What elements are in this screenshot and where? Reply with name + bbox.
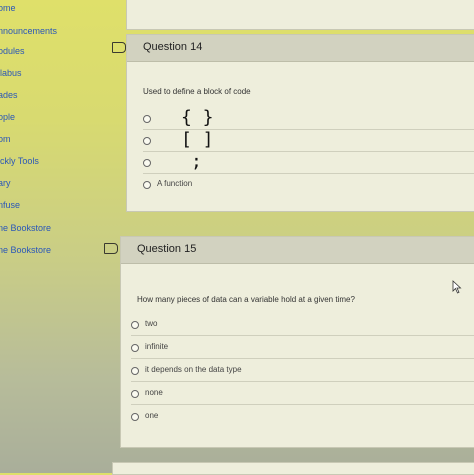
- previous-question-card: [126, 0, 474, 30]
- question-15-option-one[interactable]: one: [131, 407, 474, 427]
- course-sidebar: ome nnouncements odules llabus ades ople…: [0, 0, 110, 473]
- option-text: two: [145, 319, 158, 328]
- radio-button[interactable]: [143, 181, 151, 189]
- sidebar-item-syllabus[interactable]: llabus: [0, 68, 22, 78]
- question-14-prompt: Used to define a block of code: [143, 87, 251, 96]
- radio-button[interactable]: [131, 390, 139, 398]
- sidebar-item-announcements[interactable]: nnouncements: [0, 26, 57, 36]
- question-15-option-two[interactable]: two: [131, 315, 474, 336]
- flag-icon[interactable]: [104, 243, 118, 254]
- radio-button[interactable]: [131, 344, 139, 352]
- question-15-title: Question 15: [137, 243, 197, 255]
- option-text: one: [145, 411, 159, 420]
- sidebar-item-people[interactable]: ople: [0, 112, 15, 122]
- sidebar-item-bookstore-1[interactable]: ne Bookstore: [0, 223, 51, 233]
- question-15-option-none[interactable]: none: [131, 384, 474, 405]
- radio-button[interactable]: [131, 413, 139, 421]
- sidebar-item-modules[interactable]: odules: [0, 46, 25, 56]
- option-text: infinite: [145, 342, 169, 351]
- question-14-title: Question 14: [143, 41, 203, 53]
- question-15-option-depends[interactable]: it depends on the data type: [131, 361, 474, 382]
- sidebar-item-zoom[interactable]: om: [0, 134, 11, 144]
- question-14-option-brackets[interactable]: [ ]: [143, 129, 474, 152]
- radio-button[interactable]: [143, 159, 151, 167]
- question-15-option-infinite[interactable]: infinite: [131, 338, 474, 359]
- question-14-option-function[interactable]: A function: [143, 175, 474, 195]
- option-text: it depends on the data type: [145, 365, 242, 374]
- radio-button[interactable]: [143, 115, 151, 123]
- question-15-card: Question 15 How many pieces of data can …: [120, 236, 474, 448]
- option-text: [ ]: [181, 129, 214, 150]
- question-14-option-braces[interactable]: { }: [143, 107, 474, 130]
- question-14-card: Question 14 Used to define a block of co…: [126, 34, 474, 212]
- mouse-cursor-icon: [452, 280, 462, 294]
- question-15-header: Question 15: [121, 237, 474, 264]
- sidebar-item-infuse[interactable]: nfuse: [0, 200, 20, 210]
- radio-button[interactable]: [131, 321, 139, 329]
- option-text: none: [145, 388, 163, 397]
- option-text: ;: [191, 151, 202, 172]
- radio-button[interactable]: [143, 137, 151, 145]
- next-question-card: [112, 462, 474, 475]
- question-15-prompt: How many pieces of data can a variable h…: [137, 295, 355, 304]
- question-14-header: Question 14: [127, 35, 474, 62]
- sidebar-item-grades[interactable]: ades: [0, 90, 18, 100]
- option-text: A function: [157, 179, 193, 188]
- sidebar-item-home[interactable]: ome: [0, 3, 16, 13]
- question-14-option-semicolon[interactable]: ;: [143, 151, 474, 174]
- radio-button[interactable]: [131, 367, 139, 375]
- flag-icon[interactable]: [112, 42, 126, 53]
- option-text: { }: [181, 107, 214, 128]
- sidebar-item-quickly-tools[interactable]: ickly Tools: [0, 156, 39, 166]
- sidebar-item-library[interactable]: ary: [0, 178, 11, 188]
- sidebar-item-bookstore-2[interactable]: ne Bookstore: [0, 245, 51, 255]
